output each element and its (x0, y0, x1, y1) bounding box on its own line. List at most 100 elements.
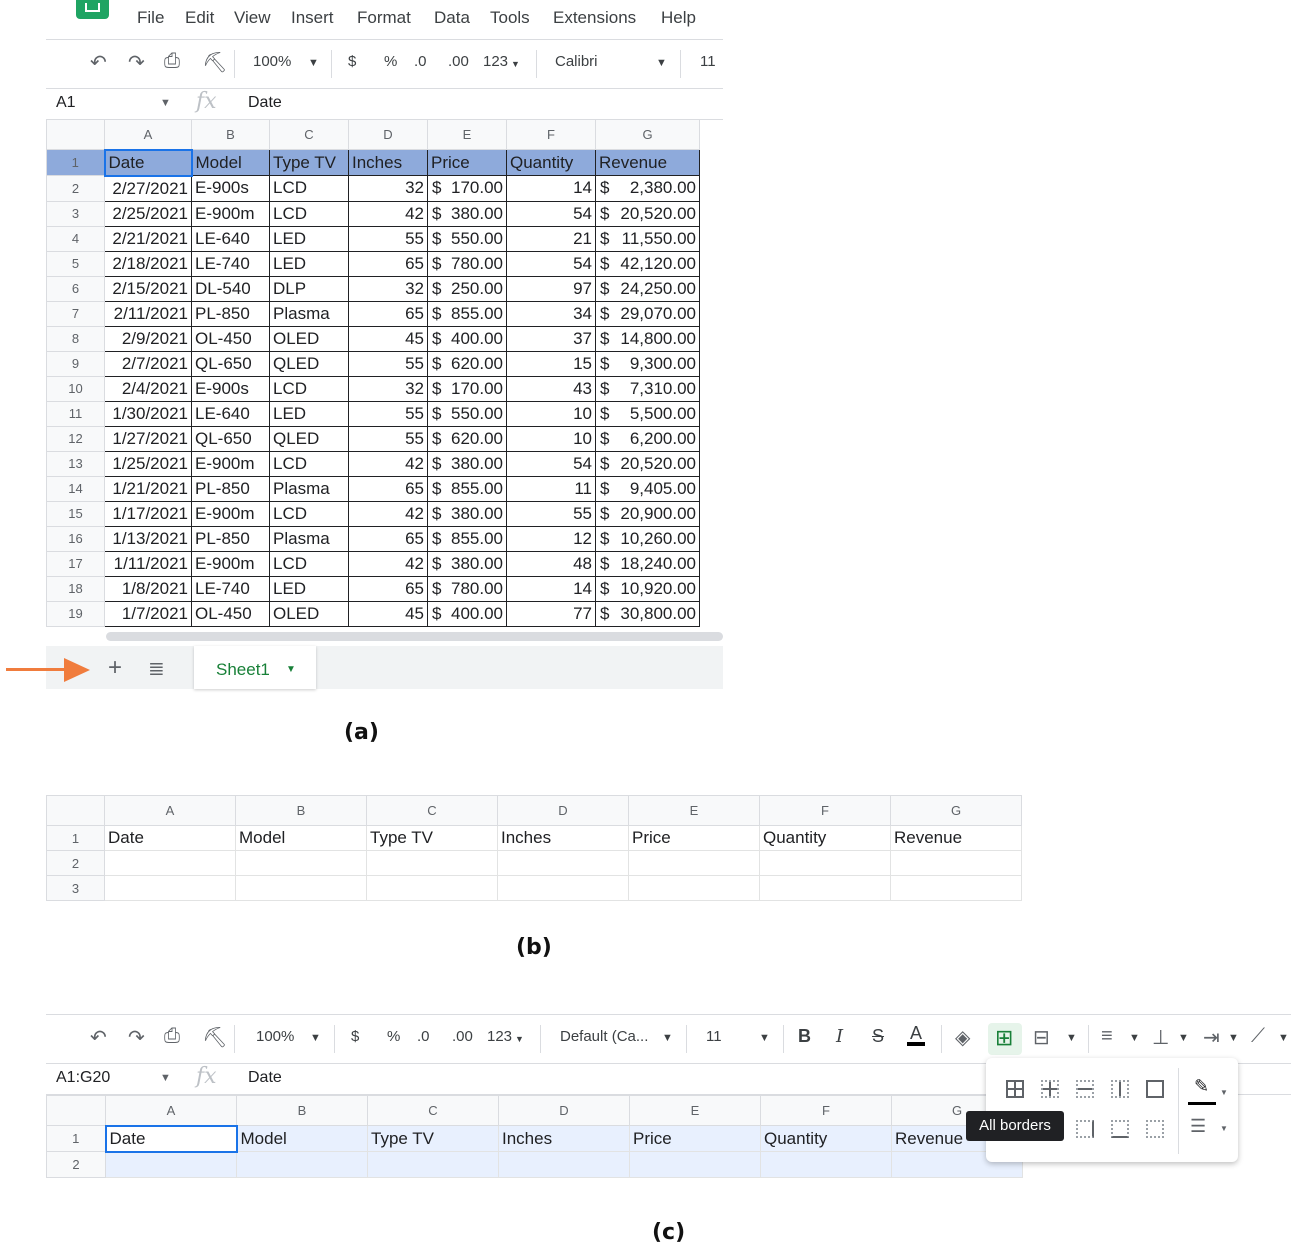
row-header[interactable]: 19 (46, 600, 105, 627)
cell[interactable]: 15 (506, 350, 596, 377)
all-borders-icon[interactable] (1006, 1080, 1024, 1098)
cell[interactable]: OLED (269, 325, 349, 352)
column-header[interactable]: A (104, 119, 192, 150)
decrease-decimal-button[interactable]: .0 (417, 1028, 430, 1045)
percent-button[interactable]: % (387, 1028, 400, 1045)
column-header[interactable]: C (366, 795, 498, 826)
italic-button[interactable]: I (836, 1026, 843, 1047)
cell[interactable] (104, 875, 236, 901)
cell[interactable]: LE-740 (191, 250, 270, 277)
row-header[interactable]: 8 (46, 325, 105, 352)
cell[interactable] (366, 850, 498, 876)
paint-format-icon[interactable]: ⛏ (202, 1025, 227, 1050)
cell[interactable]: $10,260.00 (595, 525, 700, 552)
cell[interactable] (498, 1151, 630, 1178)
row-header[interactable]: 2 (46, 175, 105, 202)
cell[interactable] (497, 850, 629, 876)
cell[interactable]: 2/4/2021 (104, 375, 192, 402)
cell[interactable]: 1/13/2021 (104, 525, 192, 552)
column-header[interactable]: E (628, 795, 760, 826)
cell[interactable]: Type TV (367, 1125, 499, 1152)
cell[interactable]: 32 (348, 275, 428, 302)
row-header[interactable]: 4 (46, 225, 105, 252)
cell[interactable]: $380.00 (427, 450, 507, 477)
cell[interactable]: Date (104, 825, 236, 851)
cell[interactable]: 1/27/2021 (104, 425, 192, 452)
cell[interactable]: E-900m (191, 500, 270, 527)
row-header[interactable]: 10 (46, 375, 105, 402)
cell[interactable]: 2/7/2021 (104, 350, 192, 377)
right-border-icon[interactable] (1076, 1120, 1094, 1138)
row-header[interactable]: 14 (46, 475, 105, 502)
cell[interactable]: $18,240.00 (595, 550, 700, 577)
row-header[interactable]: 2 (46, 850, 105, 876)
cell[interactable]: 97 (506, 275, 596, 302)
inner-borders-icon[interactable] (1041, 1080, 1059, 1098)
strikethrough-button[interactable]: S (872, 1026, 884, 1047)
cell[interactable]: 65 (348, 475, 428, 502)
row-header[interactable]: 17 (46, 550, 105, 577)
cell[interactable]: $20,900.00 (595, 500, 700, 527)
chevron-down-icon[interactable]: ▼ (160, 1072, 171, 1084)
cell[interactable]: 2/11/2021 (104, 300, 192, 327)
cell[interactable]: $29,070.00 (595, 300, 700, 327)
cell[interactable]: LED (269, 400, 349, 427)
cell[interactable]: 45 (348, 600, 428, 627)
cell[interactable]: $400.00 (427, 325, 507, 352)
horizontal-scrollbar[interactable] (106, 632, 723, 641)
borders-button[interactable]: ⊞ (988, 1023, 1022, 1055)
row-header[interactable]: 3 (46, 875, 105, 901)
cell[interactable] (105, 1151, 237, 1178)
cell[interactable]: 1/21/2021 (104, 475, 192, 502)
cell[interactable]: PL-850 (191, 525, 270, 552)
chevron-down-icon[interactable]: ▼ (308, 57, 319, 69)
cell[interactable] (628, 875, 760, 901)
cell[interactable]: 37 (506, 325, 596, 352)
cell[interactable]: E-900s (191, 175, 270, 202)
redo-icon[interactable]: ↷ (128, 50, 145, 75)
cell[interactable]: $620.00 (427, 350, 507, 377)
align-left-icon[interactable]: ≡ (1101, 1025, 1113, 1048)
sheets-logo-icon[interactable] (76, 0, 109, 19)
undo-icon[interactable]: ↶ (90, 1025, 107, 1050)
all-sheets-icon[interactable]: ≣ (148, 656, 165, 681)
cell[interactable]: $7,310.00 (595, 375, 700, 402)
currency-button[interactable]: $ (348, 53, 356, 70)
cell[interactable] (367, 1151, 499, 1178)
cell[interactable]: $855.00 (427, 300, 507, 327)
column-header[interactable]: A (104, 795, 236, 826)
column-header[interactable]: B (235, 795, 367, 826)
cell[interactable]: 2/18/2021 (104, 250, 192, 277)
cell[interactable]: LED (269, 575, 349, 602)
cell[interactable]: LCD (269, 450, 349, 477)
menu-insert[interactable]: Insert (291, 8, 334, 28)
cell[interactable]: 2/21/2021 (104, 225, 192, 252)
cell[interactable]: OLED (269, 600, 349, 627)
row-header[interactable]: 2 (46, 1151, 106, 1178)
cell[interactable]: $20,520.00 (595, 200, 700, 227)
zoom-select[interactable]: 100% (253, 53, 291, 70)
chevron-down-icon[interactable]: ▼ (511, 59, 520, 69)
cell[interactable]: 55 (348, 225, 428, 252)
cell[interactable]: Quantity (760, 1125, 892, 1152)
cell[interactable]: Plasma (269, 300, 349, 327)
more-formats-button[interactable]: 123 (487, 1028, 512, 1045)
row-header[interactable]: 9 (46, 350, 105, 377)
cell[interactable]: 2/27/2021 (104, 175, 192, 202)
chevron-down-icon[interactable]: ▼ (286, 664, 296, 675)
cell[interactable]: 1/7/2021 (104, 600, 192, 627)
row-header[interactable]: 1 (46, 825, 105, 851)
cell[interactable]: Price (427, 149, 507, 176)
vertical-align-icon[interactable]: ⊥ (1152, 1025, 1169, 1050)
cell[interactable]: 32 (348, 175, 428, 202)
cell[interactable]: $2,380.00 (595, 175, 700, 202)
cell[interactable]: LCD (269, 175, 349, 202)
cell[interactable]: 42 (348, 550, 428, 577)
cell[interactable]: 65 (348, 250, 428, 277)
cell[interactable]: E-900s (191, 375, 270, 402)
cell[interactable]: Model (191, 149, 270, 176)
cell[interactable]: LED (269, 250, 349, 277)
column-header[interactable]: C (269, 119, 349, 150)
cell[interactable]: LCD (269, 200, 349, 227)
cell[interactable]: 42 (348, 200, 428, 227)
